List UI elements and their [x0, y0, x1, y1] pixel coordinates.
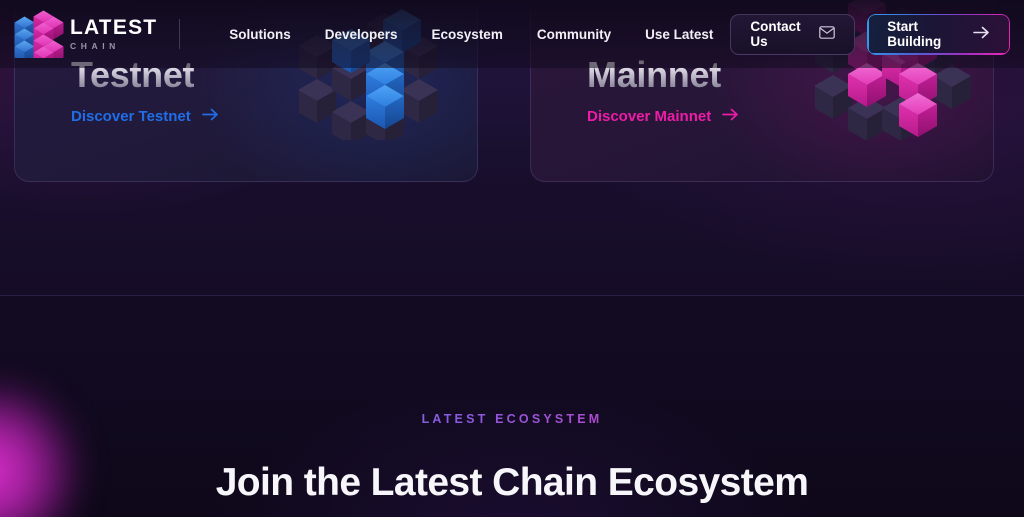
discover-testnet-link[interactable]: Discover Testnet	[71, 108, 219, 125]
nav-item-solutions[interactable]: Solutions	[212, 19, 308, 50]
arrow-right-icon	[973, 26, 990, 42]
ecosystem-heading: Join the Latest Chain Ecosystem	[215, 461, 809, 504]
start-building-label: Start Building	[887, 19, 942, 49]
ecosystem-kicker: LATEST ECOSYSTEM	[0, 412, 1024, 426]
nav-item-use-latest[interactable]: Use Latest	[628, 19, 730, 50]
nav-item-ecosystem[interactable]: Ecosystem	[415, 19, 520, 50]
isometric-cubes-logo-icon	[14, 10, 64, 58]
header-divider	[179, 19, 181, 49]
hero-lower-section: Testnet Discover Testnet Mainnet Discove…	[0, 0, 1024, 296]
logo-wordmark: LATEST CHAIN	[70, 15, 158, 51]
logo-subtitle: CHAIN	[70, 40, 120, 51]
discover-mainnet-label: Discover Mainnet	[587, 108, 712, 125]
header-actions: Contact Us Start Building	[730, 13, 1010, 55]
discover-mainnet-link[interactable]: Discover Mainnet	[587, 108, 739, 125]
nav-item-developers[interactable]: Developers	[308, 19, 415, 50]
contact-us-button[interactable]: Contact Us	[730, 13, 856, 55]
start-building-button[interactable]: Start Building	[867, 13, 1010, 55]
logo-name: LATEST	[70, 15, 158, 39]
nav-item-community[interactable]: Community	[520, 19, 628, 50]
site-header: LATEST CHAIN Solutions Developers Ecosys…	[0, 0, 1024, 68]
envelope-icon	[819, 26, 836, 42]
arrow-right-icon	[722, 108, 739, 125]
logo[interactable]: LATEST CHAIN	[12, 10, 157, 58]
arrow-right-icon	[201, 108, 219, 125]
discover-testnet-label: Discover Testnet	[71, 108, 191, 125]
contact-us-label: Contact Us	[750, 19, 801, 49]
main-navigation: Solutions Developers Ecosystem Community…	[212, 19, 730, 50]
